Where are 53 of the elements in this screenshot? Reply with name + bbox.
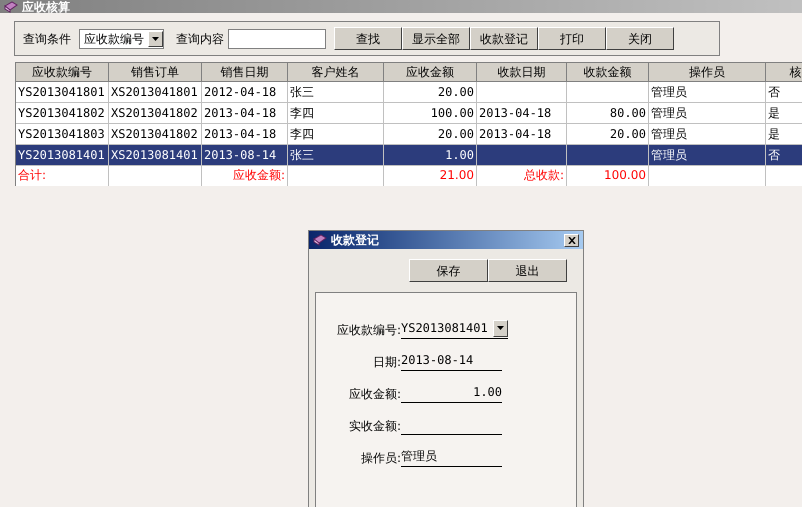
table-cell: XS2013081401 (109, 145, 202, 166)
toolbar-button[interactable]: 关闭 (606, 27, 674, 50)
field-label: 操作员: (360, 450, 401, 467)
total-cell: 应收金额: (202, 166, 288, 186)
window-title: 应收核算 (22, 0, 70, 12)
close-button[interactable] (564, 234, 579, 246)
table-row[interactable]: YS2013041801 XS2013041801 2012-04-18 张三 20.00 管理员 否 (16, 82, 802, 103)
toolbar-button[interactable]: 查找 (334, 27, 402, 50)
dialog-title: 收款登记 (331, 234, 379, 246)
content-input[interactable] (228, 28, 326, 48)
field-label: 应收款编号: (336, 322, 401, 339)
total-cell: 21.00 (384, 166, 477, 186)
content-label: 查询内容 (176, 30, 224, 48)
close-icon (568, 236, 576, 244)
table-cell: 1.00 (384, 145, 477, 166)
total-cell: 100.00 (567, 166, 649, 186)
field-label: 实收金额: (348, 418, 401, 435)
field-label: 日期: (372, 354, 401, 371)
toolbar-button[interactable]: 打印 (538, 27, 606, 50)
dropdown-arrow-icon (152, 36, 159, 40)
input-field[interactable]: 管理员 (401, 446, 502, 467)
table-row[interactable]: YS2013081401 XS2013081401 2013-08-14 张三 1.00 管理员 否 (16, 145, 802, 166)
condition-dropdown[interactable]: 应收款编号 (79, 28, 164, 48)
dialog-button[interactable]: 保存 (409, 259, 488, 282)
field-label: 应收金额: (348, 386, 401, 403)
table-cell: 管理员 (649, 145, 766, 166)
column-header[interactable]: 收款金额 (567, 63, 649, 82)
column-header[interactable]: 销售日期 (202, 63, 288, 82)
table-cell: YS2013081401 (16, 145, 109, 166)
input-field[interactable]: 1.00 (401, 382, 502, 403)
column-header[interactable]: 操作员 (649, 63, 766, 82)
table-cell: 否 (766, 145, 802, 166)
column-header[interactable]: 收款日期 (477, 63, 567, 82)
dialog-button[interactable]: 退出 (488, 259, 567, 282)
toolbar-button[interactable]: 收款登记 (470, 27, 538, 50)
total-cell: 总收款: (477, 166, 567, 186)
book-icon (4, 0, 18, 12)
input-field[interactable]: 2013-08-14 (401, 350, 502, 371)
column-header[interactable]: 客户姓名 (288, 63, 384, 82)
column-header[interactable]: 应收款编号 (16, 63, 109, 82)
condition-label: 查询条件 (23, 30, 71, 48)
table-cell: 张三 (288, 145, 384, 166)
table-cell: 2013-08-14 (202, 145, 288, 166)
dropdown-arrow-icon (497, 326, 504, 330)
total-cell: 合计: (16, 166, 109, 186)
column-header[interactable]: 销售订单 (109, 63, 202, 82)
receivable-dropdown[interactable]: YS2013081401 (401, 318, 508, 339)
table-row[interactable]: YS2013041802 XS2013041802 2013-04-18 李四 100.00 2013-04-18 80.00 管理员 是 (16, 103, 802, 124)
book-icon (313, 234, 327, 246)
column-header[interactable]: 核 (766, 63, 802, 82)
toolbar-button[interactable]: 显示全部 (402, 27, 470, 50)
column-header[interactable]: 应收金额 (384, 63, 477, 82)
table-row[interactable]: YS2013041803 XS2013041802 2013-04-18 李四 20.00 2013-04-18 20.00 管理员 是 (16, 124, 802, 145)
